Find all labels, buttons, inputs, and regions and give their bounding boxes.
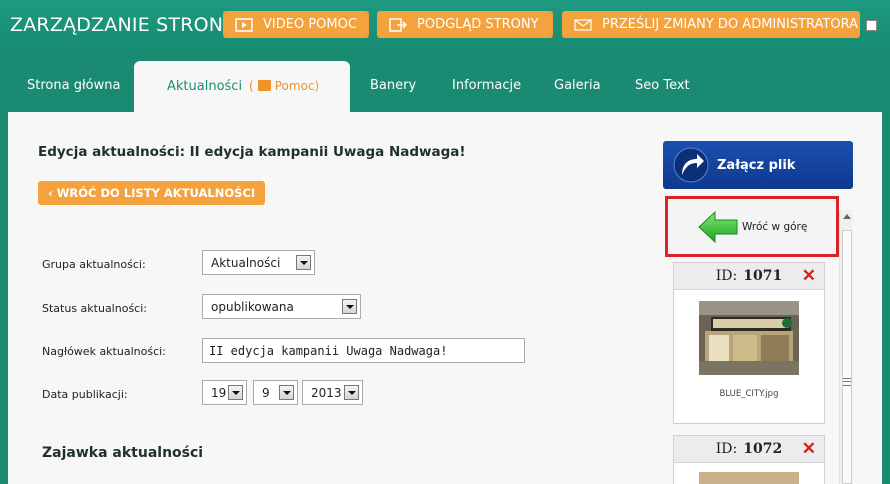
chevron-down-icon	[344, 385, 359, 400]
scroll-up-icon[interactable]	[843, 214, 851, 219]
send-to-admin-label: PRZEŚLIJ ZMIANY DO ADMINISTRATORA	[602, 17, 858, 32]
tab-banery[interactable]: Banery	[370, 78, 416, 93]
file-id-label: ID:	[715, 268, 738, 284]
sidebar-scrollbar[interactable]	[839, 210, 853, 484]
day-select-value: 19	[211, 385, 227, 400]
tab-aktualnosci[interactable]: Aktualności (Pomoc)	[134, 61, 350, 112]
status-select[interactable]: opublikowana	[202, 294, 361, 319]
group-select-value: Aktualności	[211, 255, 281, 270]
video-help-label: VIDEO POMOC	[263, 17, 357, 32]
tab-aktualnosci-label: Aktualności	[167, 79, 243, 94]
tab-help-label: Pomoc	[274, 79, 315, 93]
file-card: ID: 1071 ✕ BLUE_CITY.jpg	[673, 262, 825, 424]
date-label: Data publikacji:	[42, 388, 128, 401]
tab-seo-text[interactable]: Seo Text	[635, 78, 690, 93]
main-tabs: Strona główna Aktualności (Pomoc) Banery…	[0, 56, 890, 112]
year-select-value: 2013	[311, 385, 342, 400]
arrow-left-icon	[698, 210, 738, 243]
attach-file-button[interactable]: Załącz plik	[663, 141, 853, 189]
tab-informacje[interactable]: Informacje	[452, 78, 521, 93]
header-checkbox[interactable]	[866, 20, 877, 31]
video-icon	[235, 17, 253, 32]
top-header: ZARZĄDZANIE STRONĄ VIDEO POMOC PODGLĄD S…	[0, 0, 890, 56]
back-to-top-button[interactable]: Wróć w górę	[665, 196, 839, 257]
page-title: Edycja aktualności: II edycja kampanii U…	[38, 144, 466, 160]
file-id-label: ID:	[715, 441, 738, 457]
envelope-icon	[574, 18, 592, 32]
file-name: BLUE_CITY.jpg	[719, 389, 779, 399]
year-select[interactable]: 2013	[302, 380, 363, 405]
month-select-value: 9	[262, 385, 270, 400]
chevron-down-icon	[228, 385, 243, 400]
film-icon	[257, 80, 271, 91]
status-label: Status aktualności:	[42, 302, 147, 315]
file-card-header: ID: 1071 ✕	[674, 263, 824, 290]
send-to-admin-button[interactable]: PRZEŚLIJ ZMIANY DO ADMINISTRATORA	[562, 11, 860, 38]
scroll-track[interactable]	[842, 230, 852, 484]
tab-help-link[interactable]: (Pomoc)	[249, 79, 319, 93]
back-to-list-button[interactable]: ‹ WRÓĆ DO LISTY AKTUALNOŚCI	[38, 181, 266, 205]
group-label: Grupa aktualności:	[42, 258, 146, 271]
headline-input[interactable]: II edycja kampanii Uwaga Nadwaga!	[202, 338, 525, 363]
file-thumbnail[interactable]	[699, 301, 799, 375]
file-id: 1071	[743, 268, 783, 284]
delete-icon[interactable]: ✕	[802, 439, 816, 459]
file-card-header: ID: 1072 ✕	[674, 436, 824, 463]
group-select[interactable]: Aktualności	[202, 250, 315, 275]
file-id: 1072	[743, 441, 783, 457]
preview-site-button[interactable]: PODGLĄD STRONY	[377, 11, 553, 38]
day-select[interactable]: 19	[202, 380, 247, 405]
status-select-value: opublikowana	[211, 299, 294, 314]
chevron-down-icon	[279, 385, 294, 400]
curved-arrow-icon	[673, 147, 709, 183]
delete-icon[interactable]: ✕	[802, 266, 816, 286]
headline-label: Nagłówek aktualności:	[42, 345, 166, 358]
video-help-button[interactable]: VIDEO POMOC	[223, 11, 369, 38]
back-to-top-label: Wróć w górę	[742, 220, 808, 233]
preview-icon	[389, 17, 408, 32]
tab-strona-glowna[interactable]: Strona główna	[27, 78, 120, 93]
file-thumbnail[interactable]	[699, 472, 799, 484]
chevron-down-icon	[296, 255, 311, 270]
file-card: ID: 1072 ✕	[673, 435, 825, 484]
attach-file-label: Załącz plik	[717, 157, 796, 173]
brand-title: ZARZĄDZANIE STRONĄ	[10, 14, 237, 36]
month-select[interactable]: 9	[253, 380, 298, 405]
teaser-heading: Zajawka aktualności	[42, 445, 204, 461]
scroll-grip-icon[interactable]	[843, 378, 851, 386]
chevron-down-icon	[342, 299, 357, 314]
tab-galeria[interactable]: Galeria	[554, 78, 601, 93]
preview-site-label: PODGLĄD STRONY	[417, 17, 539, 32]
